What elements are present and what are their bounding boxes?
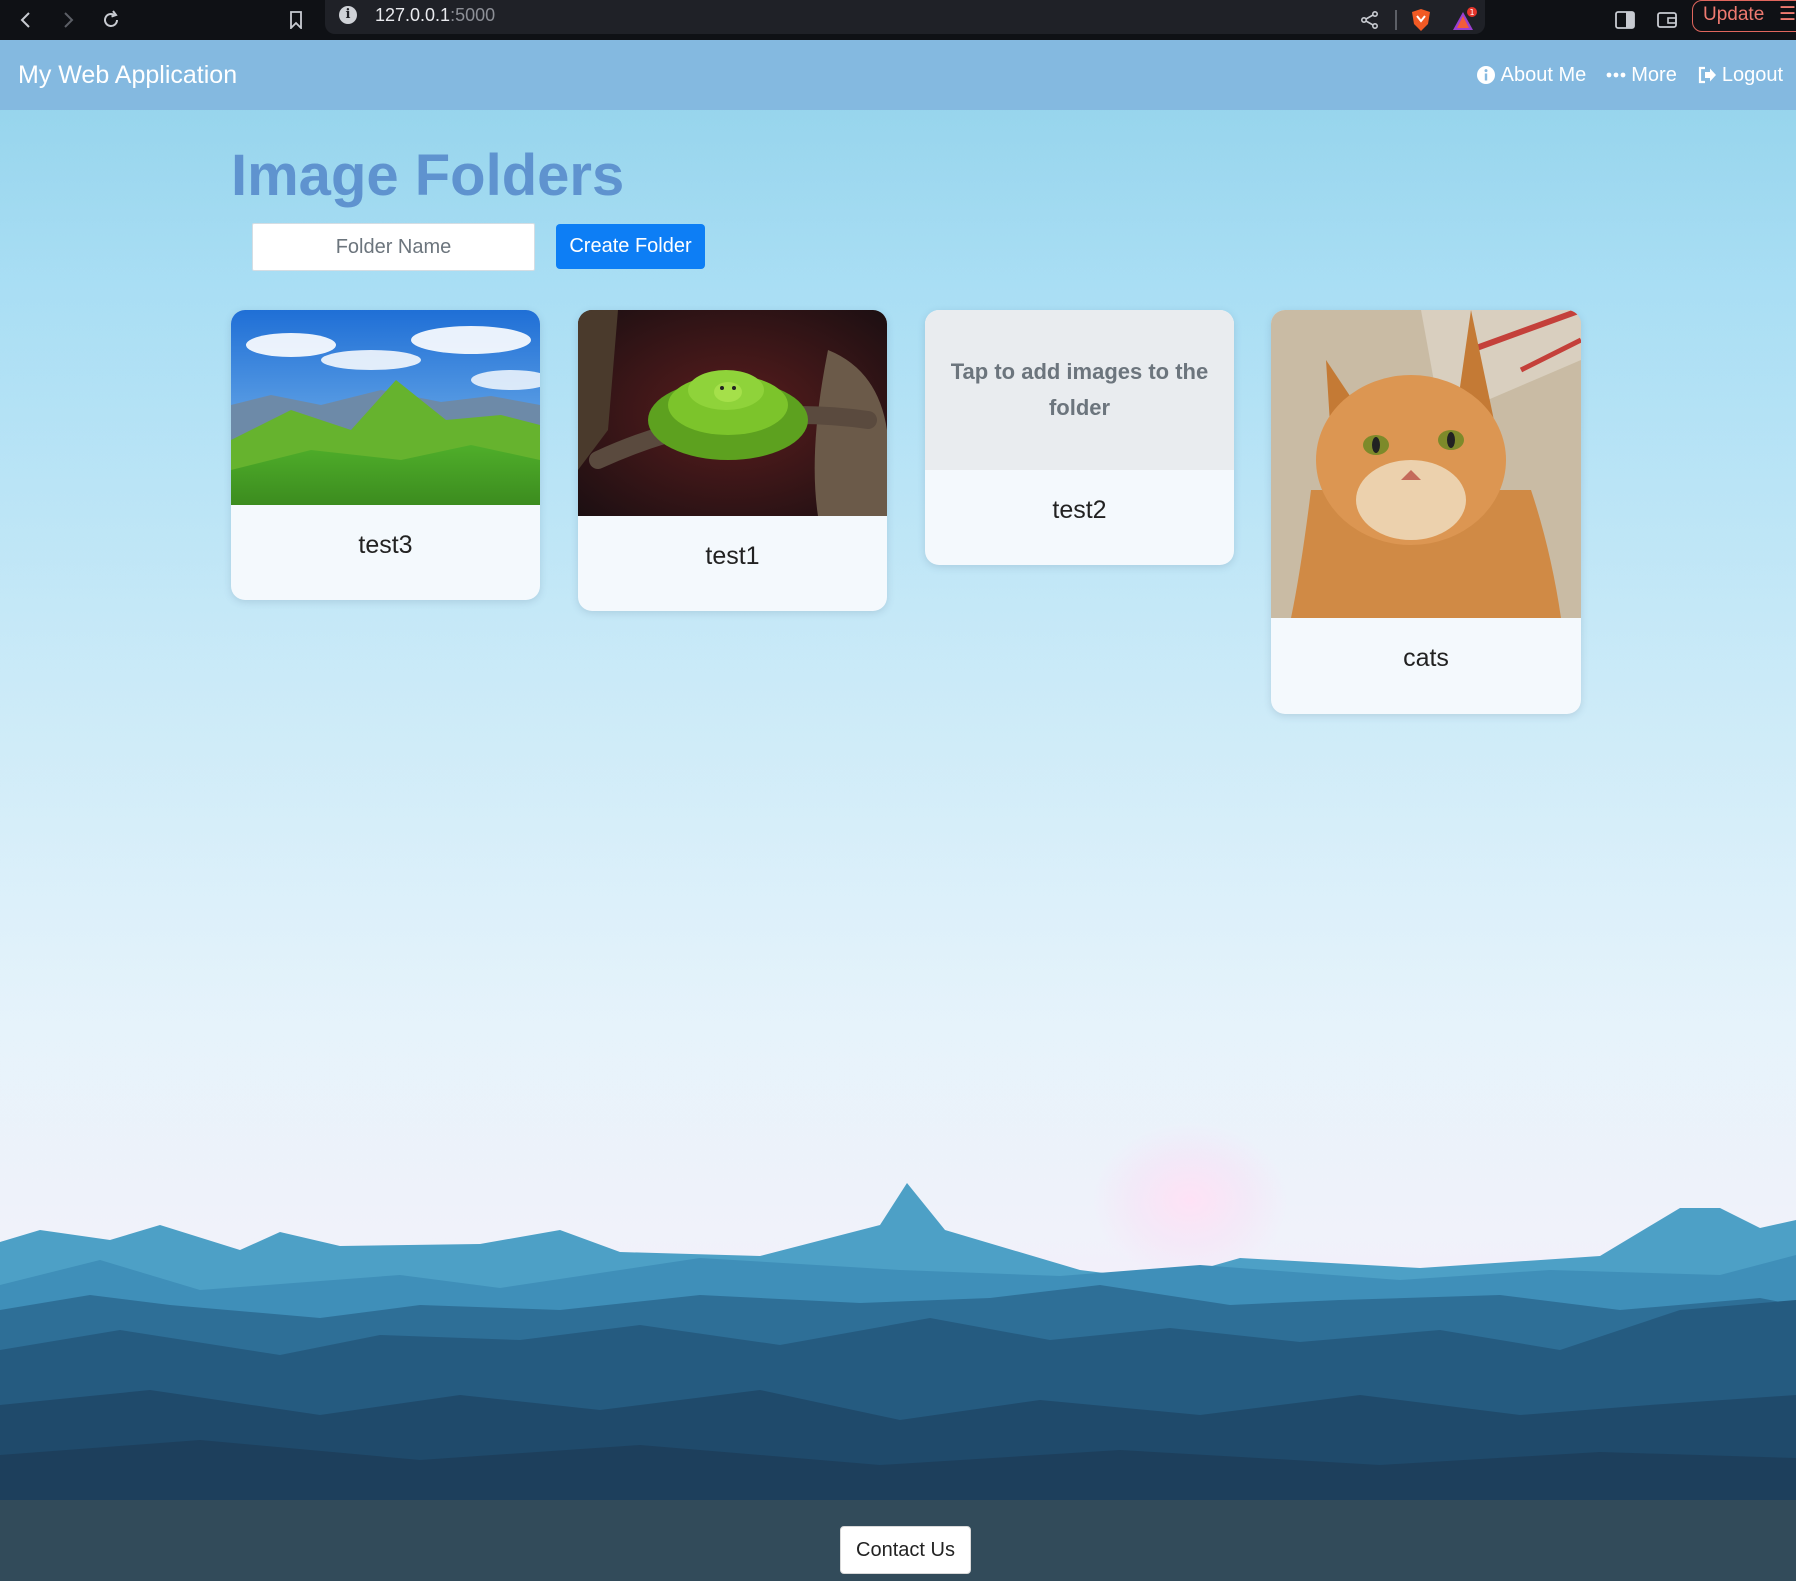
bookmark-icon[interactable]: [285, 0, 307, 40]
folder-name: test1: [705, 542, 760, 570]
url-port: :5000: [450, 5, 496, 25]
brave-shields-icon[interactable]: [1408, 0, 1434, 40]
nav-about-me-label: About Me: [1500, 64, 1587, 86]
brand-link[interactable]: My Web Application: [18, 60, 237, 90]
wallet-icon[interactable]: [1654, 0, 1680, 40]
folder-thumbnail-cat: [1271, 310, 1581, 618]
folder-card-test2[interactable]: Tap to add images to the folder test2: [925, 310, 1234, 565]
sign-out-icon: [1697, 66, 1717, 84]
empty-folder-placeholder[interactable]: Tap to add images to the folder: [925, 310, 1234, 470]
mountain-landscape: [0, 1183, 1796, 1500]
folder-thumbnail-hills: [231, 310, 540, 505]
ellipsis-icon: [1606, 71, 1626, 79]
forward-icon[interactable]: [56, 0, 80, 40]
back-icon[interactable]: [14, 0, 38, 40]
sidebar-toggle-icon[interactable]: [1612, 0, 1638, 40]
folder-name-input[interactable]: [252, 223, 535, 271]
update-button[interactable]: Update ☰: [1692, 0, 1796, 32]
url-host: 127.0.0.1: [375, 5, 451, 25]
page-title: Image Folders: [231, 143, 625, 208]
folder-name: test2: [1052, 496, 1107, 524]
nav-links: About Me More Logout: [1476, 62, 1783, 88]
url-text: 127.0.0.1:5000: [375, 5, 495, 25]
app-navbar: My Web Application About Me More Logout: [0, 40, 1796, 110]
folder-card-test1[interactable]: test1: [578, 310, 887, 611]
folder-name: test3: [358, 531, 413, 559]
folder-card-test3[interactable]: test3: [231, 310, 540, 600]
nav-logout-label: Logout: [1721, 64, 1783, 86]
site-info-icon[interactable]: i: [339, 6, 357, 24]
brave-rewards-icon[interactable]: 1: [1450, 0, 1480, 40]
reload-icon[interactable]: [98, 0, 124, 40]
svg-text:1: 1: [1469, 8, 1474, 17]
contact-us-button[interactable]: Contact Us: [840, 1526, 971, 1574]
nav-logout[interactable]: Logout: [1697, 62, 1783, 88]
toolbar-divider: [1393, 0, 1399, 40]
browser-toolbar: i 127.0.0.1:5000 1 Update ☰: [0, 0, 1796, 40]
folder-card-cats[interactable]: cats: [1271, 310, 1581, 714]
nav-about-me[interactable]: About Me: [1476, 62, 1587, 88]
address-bar[interactable]: i 127.0.0.1:5000: [325, 0, 1485, 34]
update-label: Update: [1703, 4, 1765, 25]
folder-thumbnail-snake: [578, 310, 887, 516]
menu-icon: ☰: [1779, 4, 1796, 25]
share-icon[interactable]: [1358, 0, 1382, 40]
folder-name: cats: [1403, 644, 1449, 672]
nav-more-label: More: [1631, 64, 1677, 86]
info-circle-icon: [1476, 65, 1496, 85]
create-folder-button[interactable]: Create Folder: [556, 224, 705, 269]
nav-more[interactable]: More: [1606, 62, 1677, 88]
